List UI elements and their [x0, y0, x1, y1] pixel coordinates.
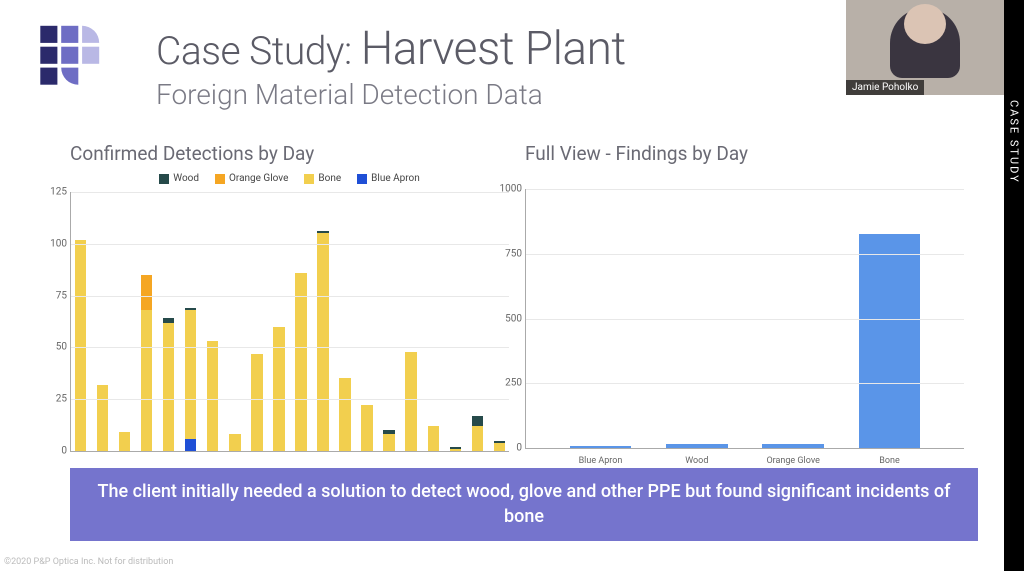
bar-segment [472, 426, 483, 451]
bar-column [273, 192, 284, 451]
bar-column [251, 192, 262, 451]
xtick-label: Blue Apron [570, 456, 632, 466]
chart-right-plot: Blue ApronWoodOrange GloveBone 025050075… [525, 189, 964, 449]
presenter-video: Jamie Poholko [846, 0, 1004, 95]
bar-segment [185, 310, 196, 438]
xtick-label: Orange Glove [762, 456, 824, 466]
slide-subtitle: Foreign Material Detection Data [156, 78, 626, 111]
bar-segment [97, 385, 108, 451]
bar-column [472, 192, 483, 451]
bar-column [405, 192, 416, 451]
bar-column [295, 192, 306, 451]
ytick-label: 750 [494, 248, 522, 259]
bar-segment [405, 352, 416, 451]
bar-segment [185, 439, 196, 451]
bar-segment [383, 434, 394, 451]
presenter-name: Jamie Poholko [846, 80, 924, 95]
bar-column [383, 192, 394, 451]
ytick-label: 1000 [494, 184, 522, 195]
bar-column [428, 192, 439, 451]
bar-segment [273, 327, 284, 451]
chart-right: Full View - Findings by Day Blue ApronWo… [525, 142, 964, 482]
bar-segment [339, 378, 350, 451]
bar-segment [295, 273, 306, 451]
bar-column [141, 192, 152, 451]
caption-bar: The client initially needed a solution t… [70, 468, 978, 541]
bar [859, 234, 921, 448]
bar [762, 444, 824, 448]
bar-segment [450, 449, 461, 451]
legend-item: Wood [159, 173, 199, 184]
bar-column [207, 192, 218, 451]
footer-copyright: ©2020 P&P Optica Inc. Not for distributi… [4, 557, 173, 567]
bar-column [317, 192, 328, 451]
legend-item: Bone [304, 173, 341, 184]
ytick-label: 0 [39, 446, 67, 457]
chart-left-legend: Wood Orange Glove Bone Blue Apron [70, 173, 509, 184]
chart-left: Confirmed Detections by Day Wood Orange G… [70, 142, 509, 482]
chart-right-title: Full View - Findings by Day [525, 142, 964, 165]
bar-segment [207, 341, 218, 451]
legend-label: Orange Glove [229, 173, 288, 184]
bar-column [229, 192, 240, 451]
legend-swatch [357, 174, 367, 184]
bar-segment [119, 432, 130, 451]
bar-segment [163, 323, 174, 451]
bar-segment [141, 310, 152, 451]
bar-segment [361, 405, 372, 451]
bar-column [97, 192, 108, 451]
ytick-label: 0 [494, 443, 522, 454]
legend-label: Blue Apron [371, 173, 420, 184]
legend-item: Orange Glove [215, 173, 288, 184]
legend-swatch [304, 174, 314, 184]
ytick-label: 75 [39, 290, 67, 301]
bar-column [361, 192, 372, 451]
bar-segment [75, 240, 86, 451]
legend-swatch [215, 174, 225, 184]
ytick-label: 125 [39, 187, 67, 198]
bar-column [185, 192, 196, 451]
bar [570, 446, 632, 448]
title-prefix: Case Study: [156, 28, 361, 74]
presenter-silhouette [890, 8, 960, 78]
ytick-label: 50 [39, 342, 67, 353]
chart-left-plot: 0255075100125 [70, 192, 509, 452]
xtick-label: Wood [666, 456, 728, 466]
ytick-label: 250 [494, 378, 522, 389]
chart-left-title: Confirmed Detections by Day [70, 142, 509, 165]
bar-column [75, 192, 86, 451]
bar-segment [251, 354, 262, 451]
bar-segment [472, 416, 483, 426]
bar-column [163, 192, 174, 451]
ytick-label: 100 [39, 238, 67, 249]
legend-label: Bone [318, 173, 341, 184]
company-logo [36, 22, 132, 98]
legend-item: Blue Apron [357, 173, 420, 184]
bar-column [119, 192, 130, 451]
xtick-label: Bone [859, 456, 921, 466]
title-emphasis: Harvest Plant [361, 22, 626, 76]
bar [666, 444, 728, 448]
legend-label: Wood [173, 173, 199, 184]
slide-title: Case Study: Harvest Plant [156, 22, 626, 76]
section-label-sidebar: CASE STUDY [1004, 0, 1024, 571]
bar-segment [141, 275, 152, 310]
bar-segment [428, 426, 439, 451]
bar-segment [229, 434, 240, 451]
bar-segment [317, 233, 328, 451]
legend-swatch [159, 174, 169, 184]
bar-column [339, 192, 350, 451]
ytick-label: 500 [494, 313, 522, 324]
bar-column [450, 192, 461, 451]
ytick-label: 25 [39, 394, 67, 405]
